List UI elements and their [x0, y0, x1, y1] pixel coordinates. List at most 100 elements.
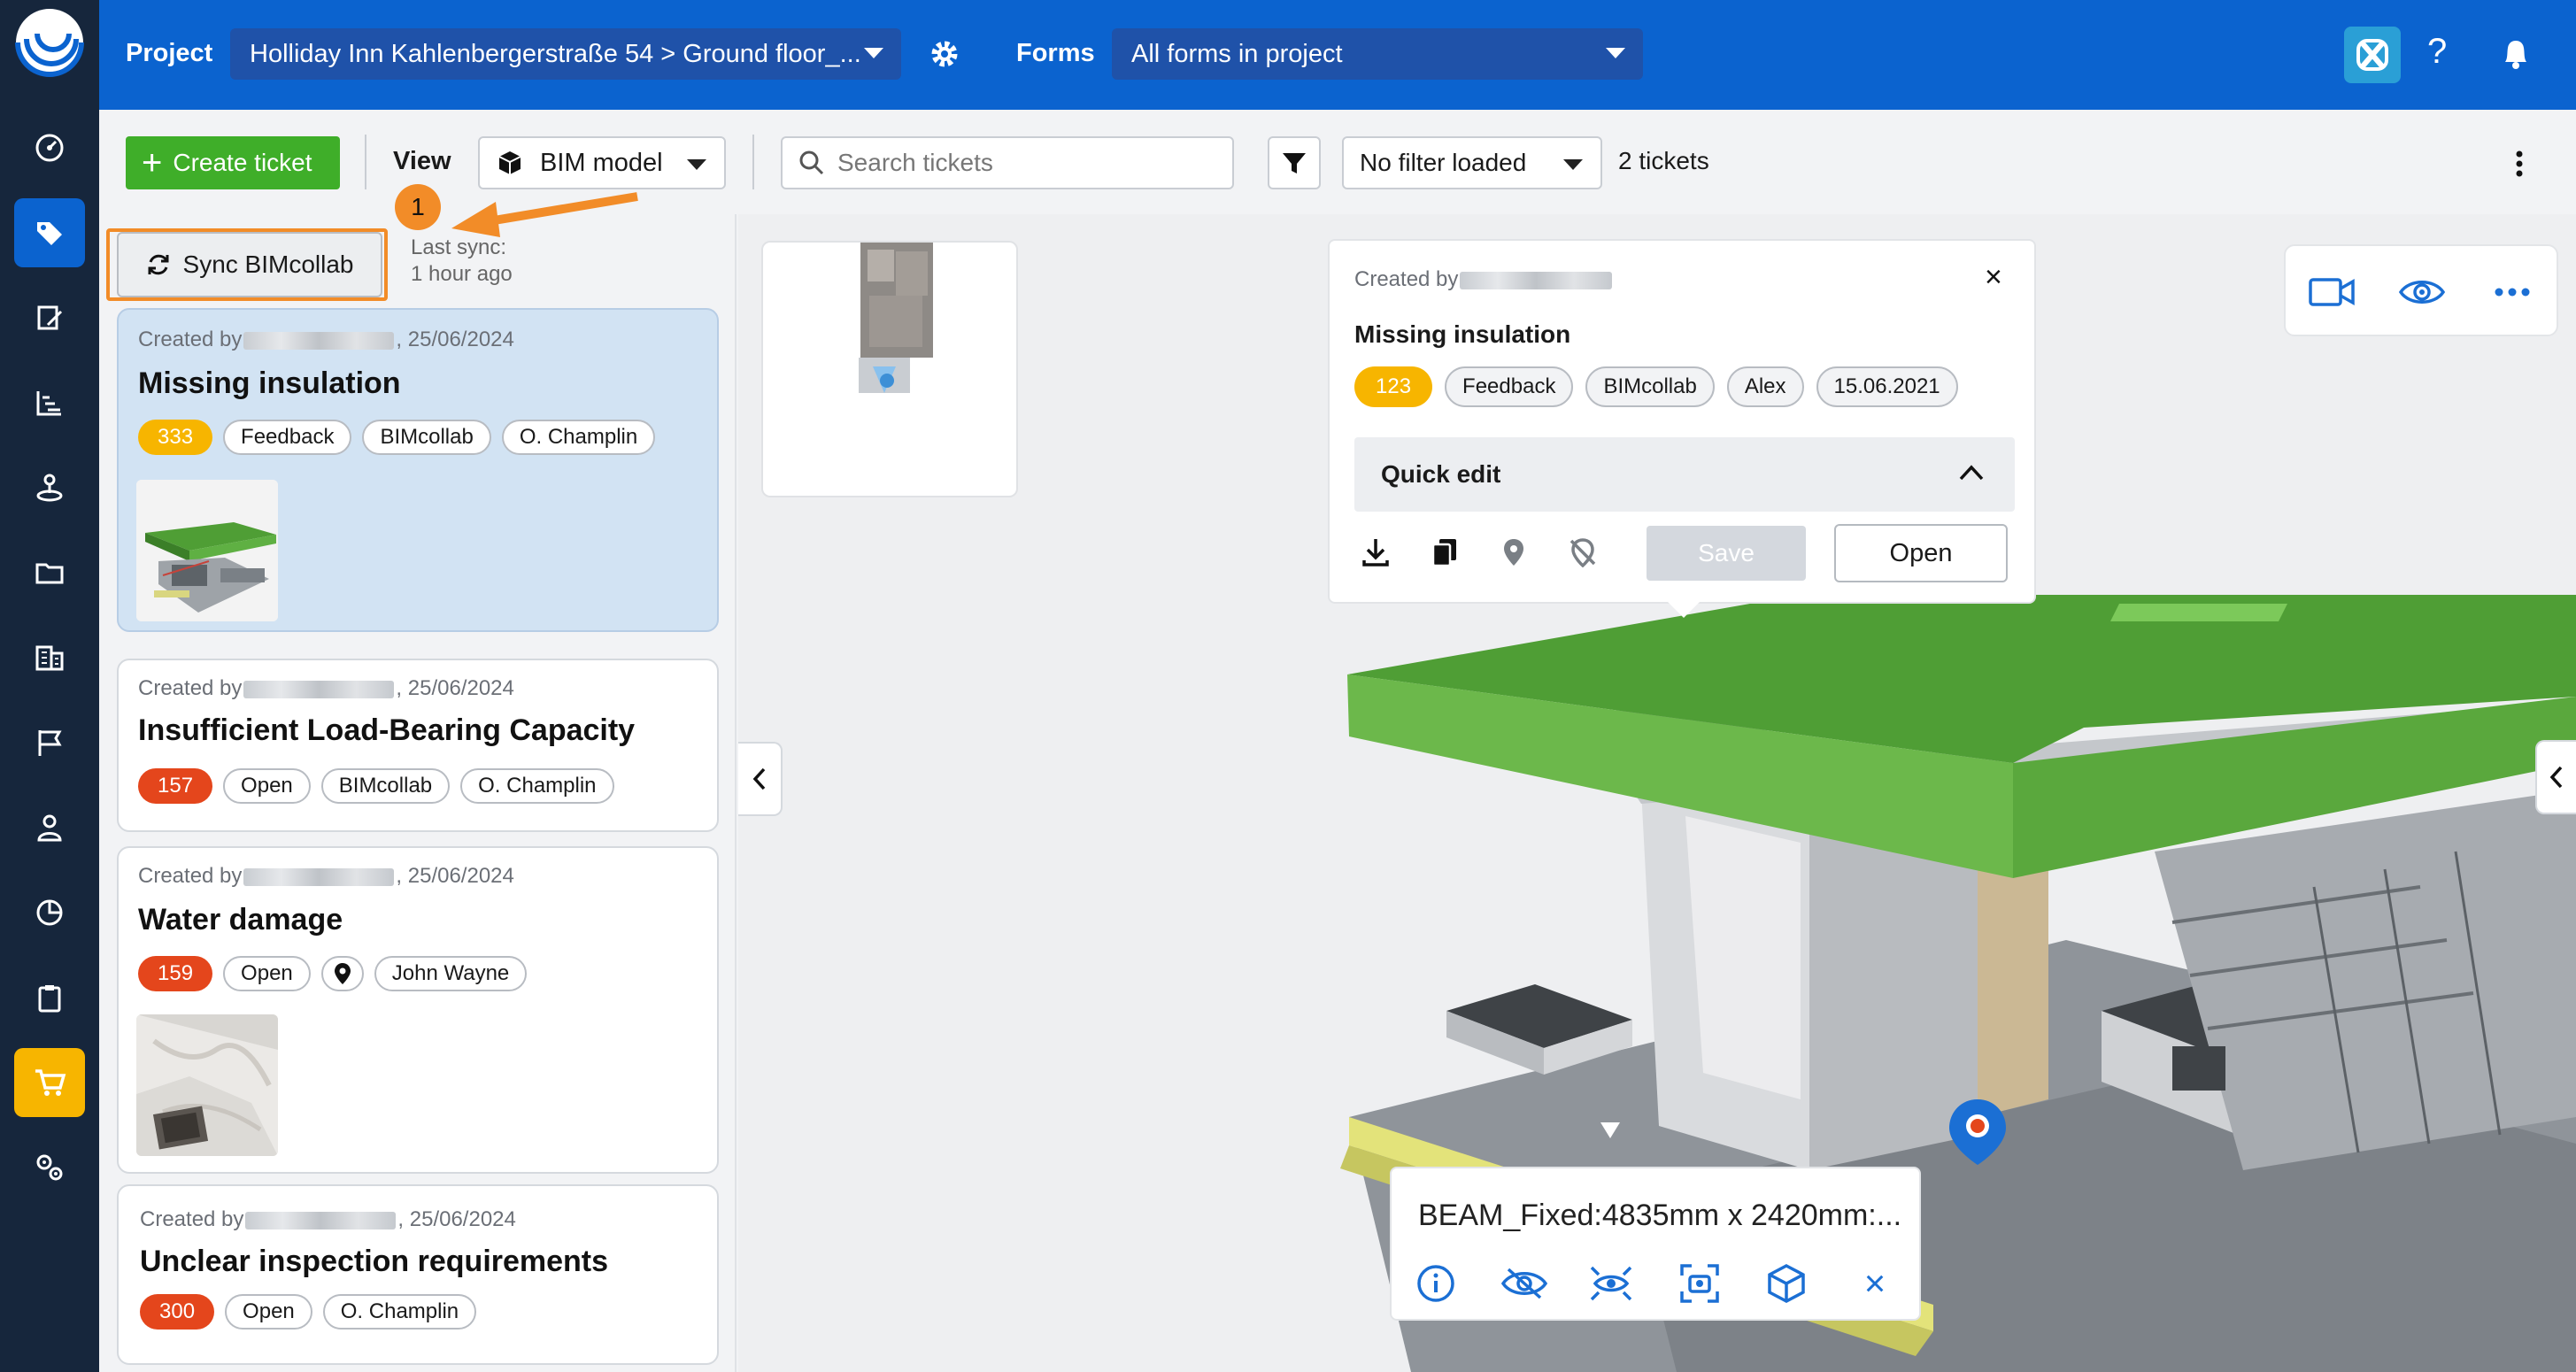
ticket-card[interactable]: Created by, 25/06/2024 Water damage 159 …: [117, 846, 719, 1174]
more-horizontal-icon[interactable]: [2482, 262, 2542, 322]
location-pin-icon[interactable]: [1494, 533, 1533, 572]
element-info-popup: BEAM_Fixed:4835mm x 2420mm:... ×: [1390, 1167, 1921, 1321]
gear-icon[interactable]: [928, 37, 961, 71]
location-off-icon[interactable]: [1563, 533, 1602, 572]
ticket-thumbnail[interactable]: [136, 1014, 278, 1156]
app-logo[interactable]: [14, 7, 85, 78]
create-ticket-label: Create ticket: [173, 149, 312, 176]
collapse-left-panel-button[interactable]: [738, 742, 783, 816]
copy-icon[interactable]: [1425, 533, 1464, 572]
popup-status-chip: Feedback: [1445, 366, 1574, 407]
integration-app-icon[interactable]: [2344, 27, 2401, 83]
source-chip: BIMcollab: [320, 768, 451, 804]
quick-edit-section[interactable]: Quick edit: [1354, 437, 2015, 512]
blurred-author: [245, 1211, 397, 1229]
pie-chart-icon[interactable]: [14, 878, 85, 947]
dashboard-icon[interactable]: [14, 113, 85, 182]
chevron-left-icon: [752, 767, 766, 790]
ticket-thumbnail[interactable]: [136, 480, 278, 621]
download-icon[interactable]: [1356, 533, 1395, 572]
3d-box-icon[interactable]: [1763, 1260, 1809, 1306]
blurred-author: [1460, 271, 1613, 289]
buildings-icon[interactable]: [14, 623, 85, 692]
filter-icon: [1283, 153, 1306, 173]
ticket-title: Missing insulation: [138, 366, 401, 400]
expand-right-panel-button[interactable]: [2535, 740, 2576, 814]
assignee-chip: O. Champlin: [501, 420, 656, 455]
forms-edit-icon[interactable]: [14, 283, 85, 352]
sync-bimcollab-label: Sync BIMcollab: [182, 251, 354, 278]
cube-icon: [498, 151, 521, 174]
sidebar: [0, 0, 99, 1372]
ticket-number-badge: 159: [138, 956, 213, 991]
saved-filter-dropdown[interactable]: No filter loaded: [1342, 136, 1602, 189]
search-input[interactable]: Search tickets: [781, 136, 1234, 189]
bim-viewer[interactable]: Created by × Missing insulation 123 Feed…: [738, 214, 2576, 1372]
search-icon: [799, 150, 824, 175]
last-sync-label: Last sync:: [411, 235, 507, 259]
status-chip: Open: [225, 1294, 312, 1330]
video-camera-icon[interactable]: [2302, 262, 2362, 322]
tickets-icon[interactable]: [14, 198, 85, 267]
location-pin-icon: [334, 963, 351, 984]
isolate-icon[interactable]: [1588, 1260, 1634, 1306]
view-dropdown[interactable]: BIM model: [478, 136, 726, 189]
save-button[interactable]: Save: [1647, 526, 1806, 581]
filter-button[interactable]: [1268, 136, 1321, 189]
ticket-title: Water damage: [138, 903, 343, 937]
sync-icon: [148, 254, 169, 275]
eye-icon[interactable]: [2392, 262, 2452, 322]
hide-eye-icon[interactable]: [1501, 1260, 1547, 1306]
element-name: BEAM_Fixed:4835mm x 2420mm:...: [1418, 1199, 1902, 1232]
shopping-cart-icon[interactable]: [14, 1048, 85, 1117]
help-icon[interactable]: ?: [2427, 32, 2447, 72]
ticket-number-badge: 333: [138, 420, 213, 455]
open-ticket-button[interactable]: Open: [1834, 524, 2008, 582]
bell-icon[interactable]: [2500, 35, 2532, 71]
focus-camera-icon[interactable]: [1677, 1260, 1723, 1306]
divider: [365, 135, 366, 189]
minimap[interactable]: [761, 241, 1018, 497]
settings-gears-icon[interactable]: [14, 1133, 85, 1202]
ticket-card[interactable]: Created by, 25/06/2024 Unclear inspectio…: [117, 1184, 719, 1365]
ticket-title: Unclear inspection requirements: [140, 1245, 609, 1278]
toolbar: + Create ticket View BIM model Search ti…: [99, 110, 2576, 214]
ticket-popup: Created by × Missing insulation 123 Feed…: [1328, 239, 2036, 618]
project-label: Project: [126, 39, 213, 67]
step-number-badge: 1: [395, 184, 441, 230]
close-popup-icon[interactable]: ×: [1985, 260, 2002, 295]
project-dropdown[interactable]: Holliday Inn Kahlenbergerstraße 54 > Gro…: [230, 28, 901, 80]
ticket-number-badge: 157: [138, 768, 213, 804]
info-icon[interactable]: [1413, 1260, 1459, 1306]
ticket-chips: 157 Open BIMcollab O. Champlin: [138, 768, 614, 804]
sync-bimcollab-button[interactable]: Sync BIMcollab: [117, 232, 382, 297]
user-icon[interactable]: [14, 793, 85, 862]
status-chip: Open: [223, 956, 311, 991]
assignee-chip: O. Champlin: [322, 1294, 477, 1330]
chevron-down-icon: [687, 159, 706, 170]
forms-label: Forms: [1016, 39, 1095, 67]
folder-icon[interactable]: [14, 538, 85, 607]
flag-icon[interactable]: [14, 708, 85, 777]
chevron-up-icon[interactable]: [1958, 464, 1985, 482]
ticket-created-by: Created by, 25/06/2024: [140, 1207, 516, 1231]
forms-dropdown[interactable]: All forms in project: [1112, 28, 1643, 80]
top-bar: Project Holliday Inn Kahlenbergerstraße …: [99, 0, 2576, 110]
location-person-icon[interactable]: [14, 453, 85, 522]
last-sync-value: 1 hour ago: [411, 262, 513, 286]
ticket-card[interactable]: Created by, 25/06/2024 Insufficient Load…: [117, 659, 719, 832]
saved-filter-value: No filter loaded: [1360, 149, 1527, 176]
more-vertical-icon[interactable]: [2516, 150, 2523, 177]
clipboard-icon[interactable]: [14, 963, 85, 1032]
create-ticket-button[interactable]: + Create ticket: [126, 136, 340, 189]
ticket-chips: 300 Open O. Champlin: [140, 1294, 477, 1330]
assignee-chip: O. Champlin: [460, 768, 614, 804]
project-dropdown-value: Holliday Inn Kahlenbergerstraße 54 > Gro…: [250, 39, 861, 68]
gantt-chart-icon[interactable]: [14, 368, 85, 437]
ticket-card[interactable]: Created by, 25/06/2024 Missing insulatio…: [117, 308, 719, 632]
floor-plan-thumbnail: [859, 243, 933, 393]
close-icon[interactable]: ×: [1852, 1260, 1898, 1306]
ticket-created-by: Created by, 25/06/2024: [138, 864, 514, 888]
status-chip: Open: [223, 768, 311, 804]
blurred-author: [243, 680, 395, 698]
